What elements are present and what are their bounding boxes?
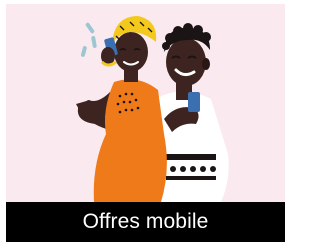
tile-caption[interactable]: Offres mobile xyxy=(6,202,285,242)
phone-vibration-icon xyxy=(80,22,97,57)
illustration xyxy=(6,4,285,202)
people-with-phones-illustration xyxy=(76,16,229,202)
woman-figure xyxy=(76,16,167,202)
offres-mobile-tile[interactable]: Offres mobile xyxy=(4,2,287,242)
